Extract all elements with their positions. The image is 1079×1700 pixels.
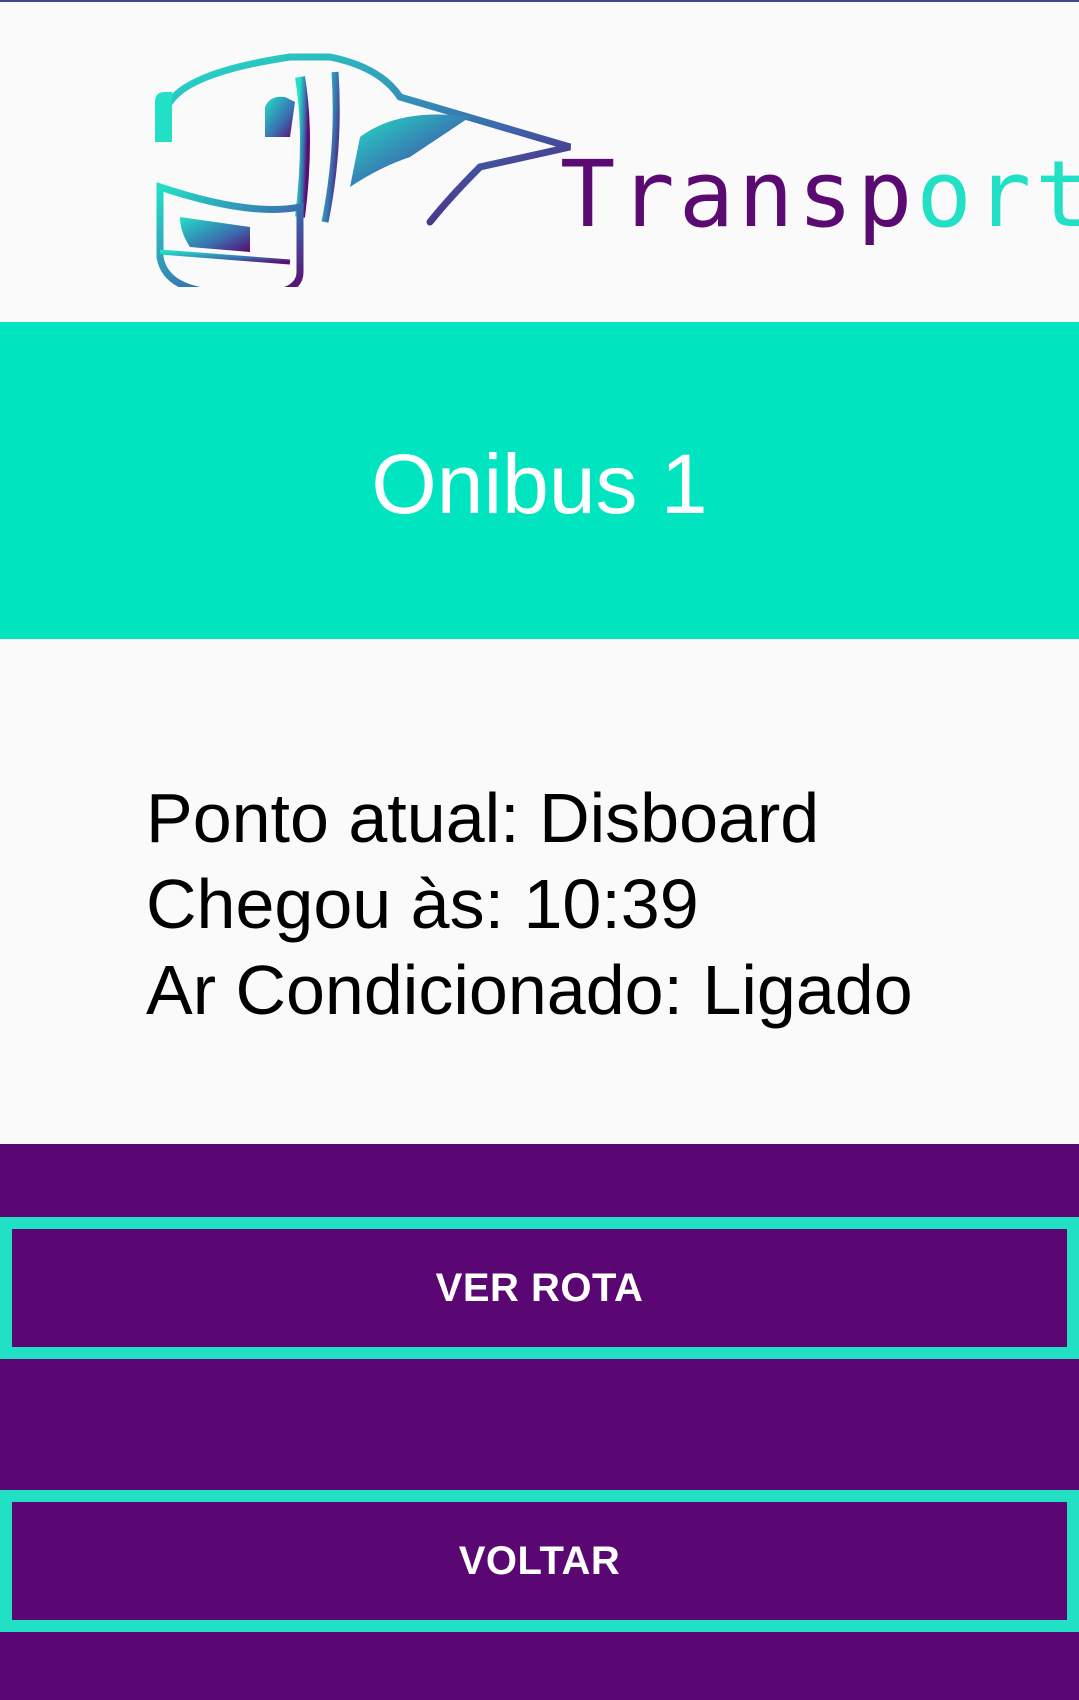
air-conditioning-text: Ar Condicionado: Ligado [146, 951, 913, 1029]
back-button[interactable]: VOLTAR [0, 1490, 1079, 1632]
transport-logo: Transport [150, 47, 1079, 287]
logo-text-accent: ort [916, 141, 1079, 248]
logo-text-main: Transp [560, 141, 917, 248]
arrival-time-text: Chegou às: 10:39 [146, 865, 699, 943]
logo-wordmark: Transport [560, 145, 1079, 245]
header: Transport [0, 2, 1079, 322]
bus-title: Onibus 1 [371, 436, 708, 531]
bus-title-banner: Onibus 1 [0, 322, 1079, 639]
current-stop-text: Ponto atual: Disboard [146, 779, 820, 857]
view-route-button[interactable]: VER ROTA [0, 1217, 1079, 1359]
bus-info: Ponto atual: Disboard Chegou às: 10:39 A… [146, 775, 1046, 1033]
